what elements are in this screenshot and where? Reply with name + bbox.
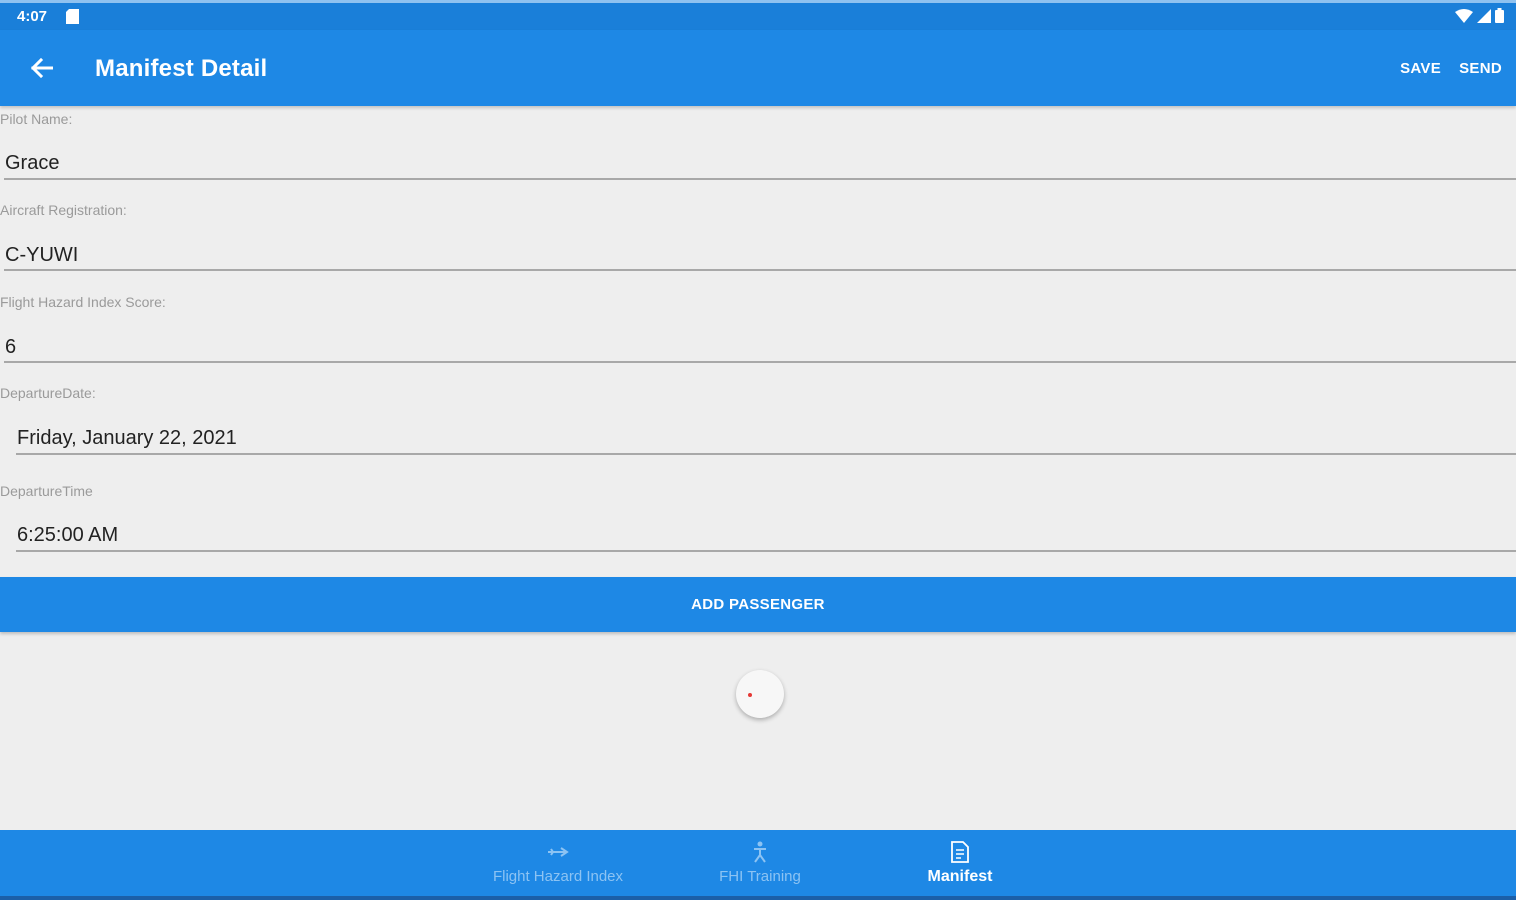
- aircraft-registration-underline: [4, 269, 1516, 271]
- app-frame: 4:07 Manifest Detail SAVE SEND Pilot Nam…: [0, 0, 1516, 900]
- departure-date-label: DepartureDate:: [0, 385, 96, 401]
- battery-icon: [1495, 8, 1504, 23]
- nav-label-fhi-training: FHI Training: [719, 868, 801, 885]
- plane-icon: [548, 847, 569, 857]
- departure-date-underline: [16, 453, 1516, 455]
- page-title: Manifest Detail: [95, 55, 268, 82]
- status-icons: [1455, 8, 1504, 23]
- aircraft-registration-input[interactable]: C-YUWI: [5, 244, 78, 267]
- add-passenger-button[interactable]: ADD PASSENGER: [0, 577, 1516, 632]
- app-bar: Manifest Detail SAVE SEND: [0, 30, 1516, 106]
- back-button[interactable]: [24, 50, 60, 86]
- document-icon: [951, 841, 969, 863]
- nav-item-flight-hazard-index[interactable]: Flight Hazard Index: [458, 830, 658, 896]
- bottom-nav: Flight Hazard Index FHI Training Manifes…: [0, 830, 1516, 900]
- wifi-icon: [1455, 8, 1473, 23]
- departure-time-underline: [16, 550, 1516, 552]
- spinner-dot: [748, 693, 752, 697]
- nav-label-flight-hazard-index: Flight Hazard Index: [492, 868, 624, 885]
- departure-date-picker[interactable]: Friday, January 22, 2021: [17, 427, 237, 450]
- status-time: 4:07: [17, 8, 48, 25]
- save-button[interactable]: SAVE: [1400, 60, 1441, 77]
- status-bar: 4:07: [0, 0, 1516, 30]
- pilot-name-underline: [4, 178, 1516, 180]
- fhi-score-label: Flight Hazard Index Score:: [0, 294, 166, 310]
- nav-item-fhi-training[interactable]: FHI Training: [660, 830, 860, 896]
- nav-label-manifest: Manifest: [927, 868, 993, 885]
- departure-time-picker[interactable]: 6:25:00 AM: [17, 524, 118, 547]
- pilot-name-input[interactable]: Grace: [5, 152, 59, 175]
- signal-icon: [1477, 8, 1491, 23]
- loading-spinner: [736, 670, 784, 718]
- aircraft-registration-label: Aircraft Registration:: [0, 202, 127, 218]
- departure-time-label: DepartureTime: [0, 483, 93, 499]
- fhi-score-underline: [4, 361, 1516, 363]
- sd-card-icon: [66, 9, 79, 24]
- nav-item-manifest[interactable]: Manifest: [860, 830, 1060, 896]
- fhi-score-input[interactable]: 6: [5, 336, 16, 359]
- arrow-back-icon: [31, 58, 53, 78]
- person-icon: [754, 841, 766, 863]
- pilot-name-label: Pilot Name:: [0, 111, 73, 127]
- send-button[interactable]: SEND: [1459, 60, 1502, 77]
